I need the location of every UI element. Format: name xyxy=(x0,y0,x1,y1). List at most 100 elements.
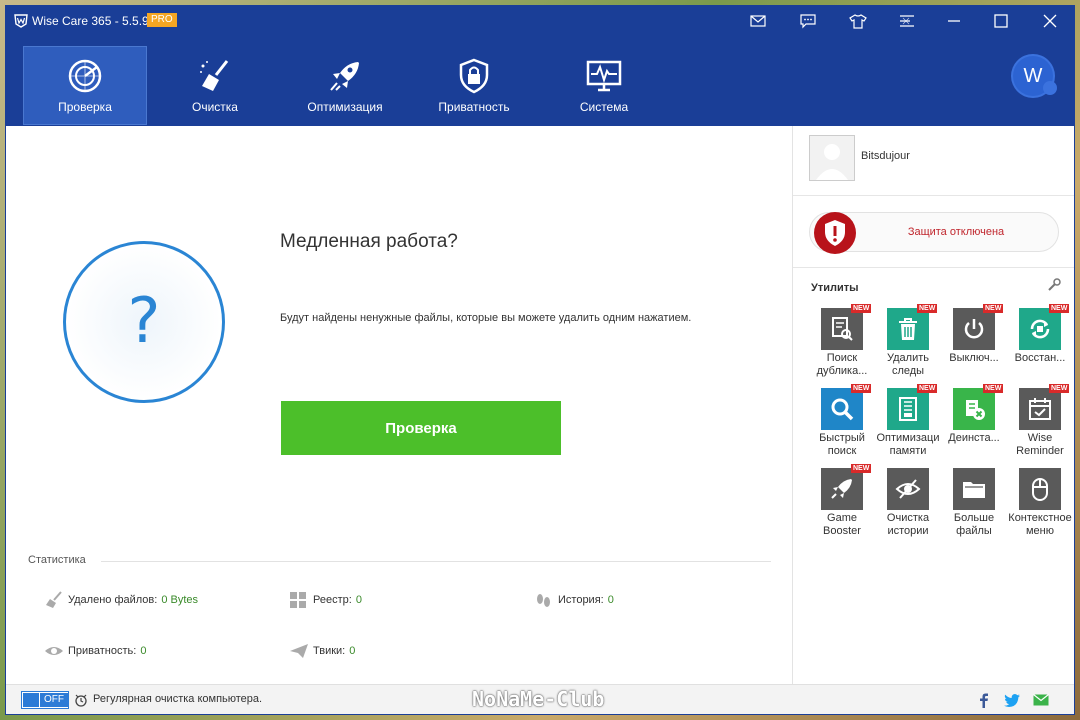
stat-label: Удалено файлов: xyxy=(68,594,158,606)
feedback-button[interactable] xyxy=(796,10,820,32)
lock-shield-icon xyxy=(459,58,489,94)
utility-calendar-check[interactable]: NEW Wise Reminder xyxy=(1005,384,1074,464)
alarm-clock-icon xyxy=(75,694,87,707)
tab-check[interactable]: Проверка xyxy=(23,46,147,125)
email-share-button[interactable] xyxy=(1033,692,1049,708)
utilities-title: Утилиты xyxy=(811,282,859,294)
tab-system[interactable]: Система xyxy=(542,46,666,125)
mail-button[interactable] xyxy=(746,10,770,32)
user-section: Bitsdujour xyxy=(793,126,1074,196)
footer-bar: OFF Регулярная очистка компьютера. NoNaM… xyxy=(6,684,1074,714)
main-nav: Проверка Очистка Оптимизация Приватность… xyxy=(6,36,1074,126)
magnifier-icon xyxy=(821,388,863,430)
utility-label-line2: Reminder xyxy=(1016,445,1064,457)
twitter-icon xyxy=(1004,693,1020,707)
utility-label: Контекстное меню xyxy=(1005,512,1074,538)
menu-button[interactable] xyxy=(895,10,919,32)
stat-value: 0 xyxy=(349,645,356,657)
utility-restore[interactable]: NEW Восстан... xyxy=(1007,304,1073,384)
utility-magnifier[interactable]: NEW Быстрый поиск xyxy=(809,384,875,464)
utility-duplicate-search[interactable]: NEW Поиск дублика... xyxy=(807,304,877,384)
new-badge: NEW xyxy=(851,304,872,313)
utility-label-line2: памяти xyxy=(889,445,927,457)
utility-label: Очистка истории xyxy=(873,512,943,538)
side-panel: Bitsdujour Защита отключена Утилиты NEW П… xyxy=(792,126,1074,684)
new-badge: NEW xyxy=(851,384,872,393)
utility-label-line2: дублика... xyxy=(816,365,868,377)
utility-game-rocket[interactable]: NEW Game Booster xyxy=(809,464,875,544)
monitor-pulse-icon xyxy=(586,60,622,92)
utility-label-line2: меню xyxy=(1025,525,1054,537)
utility-label: Wise Reminder xyxy=(1005,432,1074,458)
utility-power[interactable]: NEW Выключ... xyxy=(939,304,1009,384)
utility-label-line2: поиск xyxy=(827,445,857,457)
tab-optimize[interactable]: Оптимизация xyxy=(283,46,407,125)
main-panel: ? Медленная работа? Будут найдены ненужн… xyxy=(6,126,792,684)
utility-label-line2: истории xyxy=(887,525,929,537)
maximize-button[interactable] xyxy=(989,10,1013,32)
utility-label: Больше файлы xyxy=(939,512,1009,538)
stat-history: История: 0 xyxy=(534,591,614,609)
utility-label-line1: Удалить xyxy=(887,352,929,364)
utility-folder[interactable]: Больше файлы xyxy=(941,468,1007,544)
email-icon xyxy=(1033,694,1049,706)
paper-plane-icon xyxy=(290,644,308,658)
utility-label-line1: Больше xyxy=(953,512,995,524)
utility-label-line1: Очистка xyxy=(886,512,930,524)
facebook-button[interactable] xyxy=(976,692,992,708)
scan-button[interactable]: Проверка xyxy=(281,401,561,455)
protection-status-button[interactable]: Защита отключена xyxy=(809,212,1059,254)
maximize-icon xyxy=(994,14,1008,28)
utility-label-line2: Booster xyxy=(823,525,861,537)
minimize-button[interactable] xyxy=(942,10,966,32)
power-icon xyxy=(953,308,995,350)
utility-label-line2: файлы xyxy=(956,525,992,537)
uninstall-icon xyxy=(953,388,995,430)
stat-label: Реестр: xyxy=(313,594,352,606)
utility-label: Выключ... xyxy=(939,352,1009,365)
utility-label-line1: Wise xyxy=(1027,432,1053,444)
pro-badge: PRO xyxy=(147,13,177,27)
app-title: Wise Care 365 - 5.5.9 xyxy=(32,14,149,28)
utility-label-line1: Деинста... xyxy=(948,432,1000,444)
new-badge: NEW xyxy=(1049,304,1070,313)
wrench-icon[interactable] xyxy=(1047,278,1061,292)
app-window: Wise Care 365 - 5.5.9 PRO Проверка Очист… xyxy=(6,6,1074,714)
mouse-icon xyxy=(1019,468,1061,510)
utility-memory[interactable]: NEW Оптимизаци памяти xyxy=(875,384,941,464)
close-button[interactable] xyxy=(1038,10,1062,32)
utility-uninstall[interactable]: NEW Деинста... xyxy=(941,384,1007,464)
stat-value: 0 xyxy=(355,594,362,606)
menu-lines-icon xyxy=(900,15,914,27)
registry-blocks-icon xyxy=(290,592,306,608)
new-badge: NEW xyxy=(917,304,938,313)
utility-trash[interactable]: NEW Удалить следы xyxy=(873,304,943,384)
twitter-button[interactable] xyxy=(1004,692,1020,708)
new-badge: NEW xyxy=(917,384,938,393)
utility-eye-slash[interactable]: Очистка истории xyxy=(875,468,941,544)
folder-icon xyxy=(953,468,995,510)
utility-mouse[interactable]: Контекстное меню xyxy=(1007,468,1073,544)
calendar-check-icon xyxy=(1019,388,1061,430)
watermark: NoNaMe-Club xyxy=(472,687,605,711)
main-description: Будут найдены ненужные файлы, которые вы… xyxy=(280,312,692,324)
user-avatar[interactable] xyxy=(809,135,855,181)
trash-icon xyxy=(887,308,929,350)
eye-slash-icon xyxy=(887,468,929,510)
broom-icon xyxy=(200,60,229,91)
mail-icon xyxy=(750,15,766,27)
tab-clean[interactable]: Очистка xyxy=(153,46,277,125)
account-badge-dot xyxy=(1043,81,1057,95)
restore-icon xyxy=(1019,308,1061,350)
utility-label: Удалить следы xyxy=(873,352,943,378)
auto-clean-toggle[interactable]: OFF xyxy=(21,691,69,709)
new-badge: NEW xyxy=(1049,384,1070,393)
skin-button[interactable] xyxy=(846,10,870,32)
shield-alert-icon xyxy=(814,212,856,254)
chat-bubble-icon xyxy=(800,13,816,28)
utility-label: Поиск дублика... xyxy=(807,352,877,378)
user-name[interactable]: Bitsdujour xyxy=(861,150,910,162)
tab-privacy[interactable]: Приватность xyxy=(412,46,536,125)
radar-icon xyxy=(68,59,102,93)
toggle-knob xyxy=(23,693,39,707)
